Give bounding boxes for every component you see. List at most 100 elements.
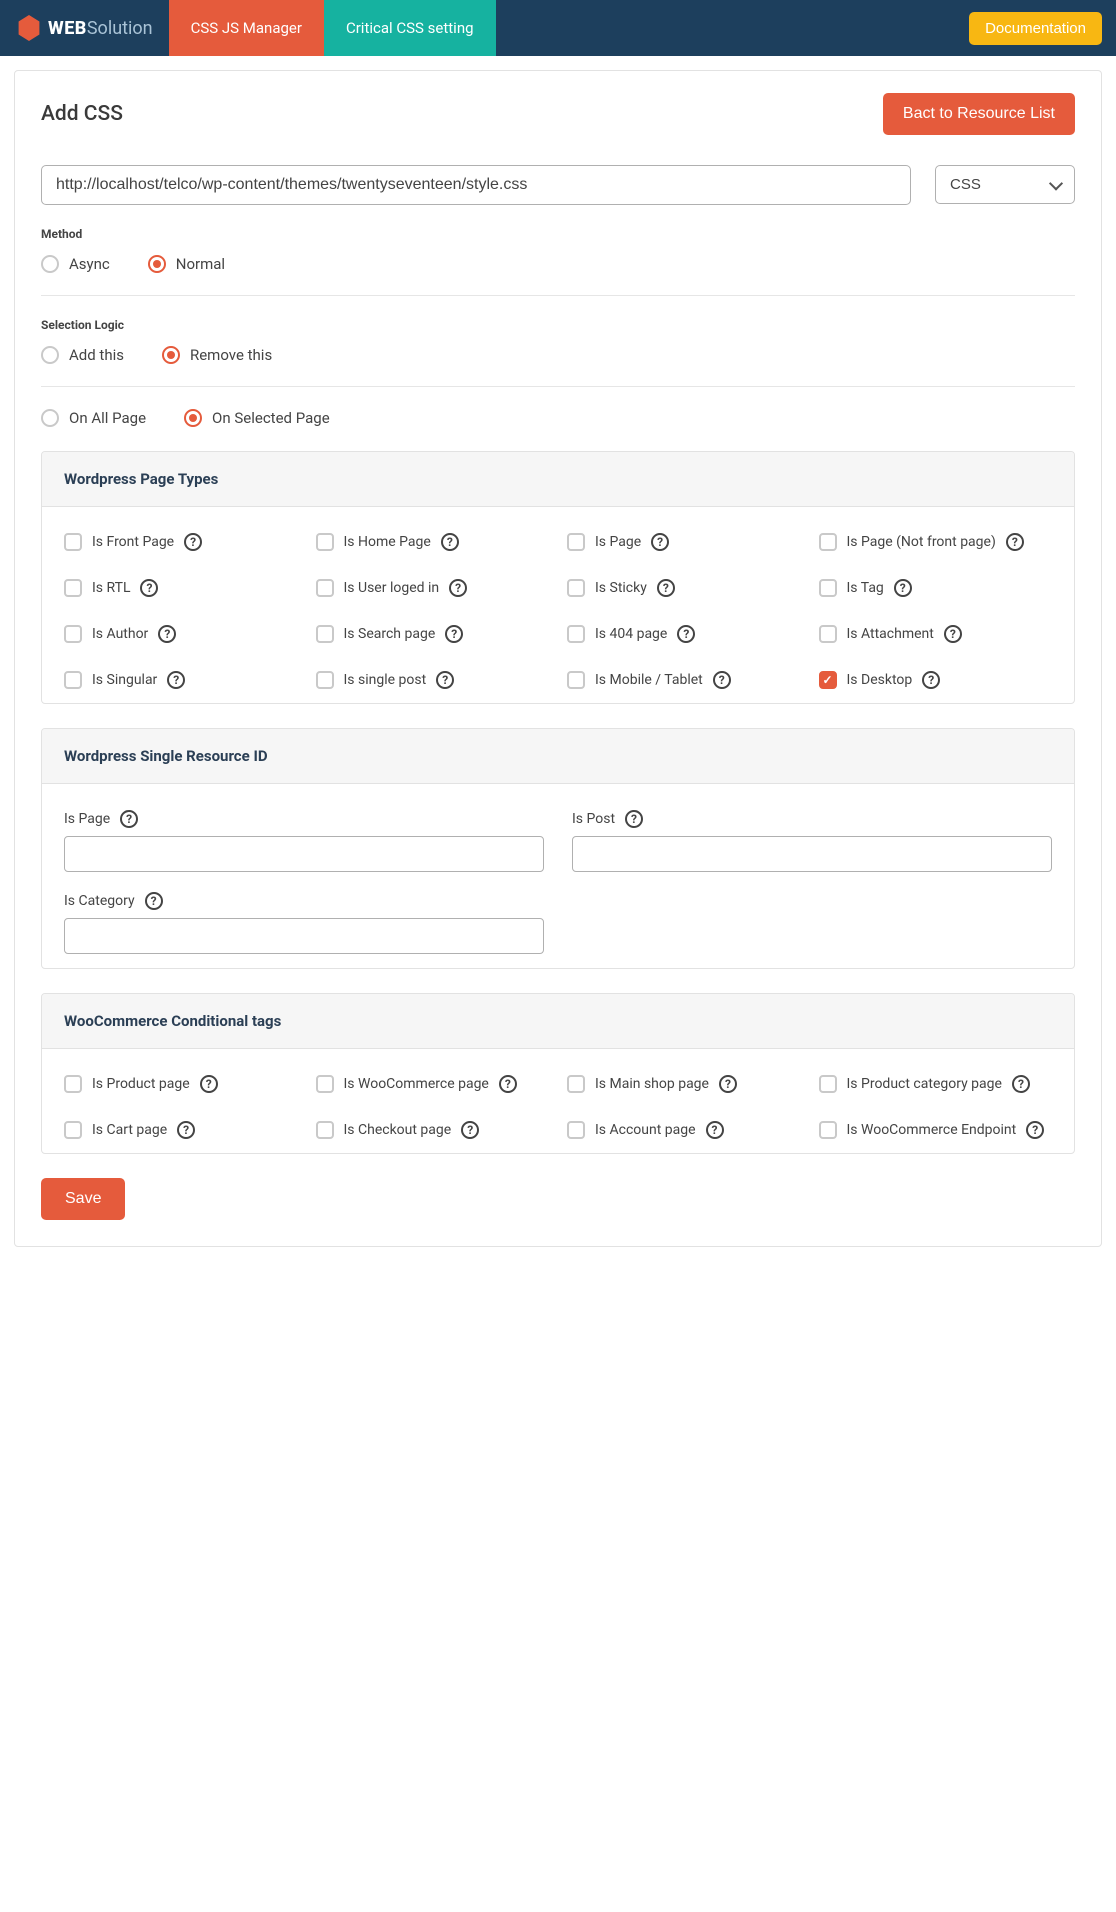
radio-normal[interactable]: Normal — [148, 255, 225, 273]
checkbox[interactable] — [819, 671, 837, 689]
help-icon[interactable]: ? — [1006, 533, 1024, 551]
help-icon[interactable]: ? — [657, 579, 675, 597]
help-icon[interactable]: ? — [922, 671, 940, 689]
radio-add-this[interactable]: Add this — [41, 346, 124, 364]
checkbox[interactable] — [64, 625, 82, 643]
checkbox[interactable] — [567, 1075, 585, 1093]
check-item: Is Main shop page? — [567, 1075, 801, 1093]
checkbox-label: Is Author — [92, 626, 148, 642]
checkbox[interactable] — [567, 533, 585, 551]
resource-url-input[interactable] — [41, 165, 911, 205]
radio-on-selected-page[interactable]: On Selected Page — [184, 409, 330, 427]
checkbox[interactable] — [819, 625, 837, 643]
radio-label: Remove this — [190, 346, 272, 364]
resource-field: Is Page? — [64, 810, 544, 872]
help-icon[interactable]: ? — [944, 625, 962, 643]
checkbox[interactable] — [567, 579, 585, 597]
check-item: Is 404 page? — [567, 625, 801, 643]
checkbox-label: Is Product page — [92, 1076, 190, 1092]
checkbox[interactable] — [64, 671, 82, 689]
help-icon[interactable]: ? — [713, 671, 731, 689]
help-icon[interactable]: ? — [120, 810, 138, 828]
help-icon[interactable]: ? — [706, 1121, 724, 1139]
checkbox[interactable] — [316, 579, 334, 597]
checkbox[interactable] — [567, 1121, 585, 1139]
checkbox[interactable] — [316, 625, 334, 643]
checkbox[interactable] — [316, 1121, 334, 1139]
help-icon[interactable]: ? — [651, 533, 669, 551]
help-icon[interactable]: ? — [158, 625, 176, 643]
tab-css-js-manager[interactable]: CSS JS Manager — [169, 0, 324, 56]
checkbox-label: Is Home Page — [344, 534, 431, 550]
checkbox[interactable] — [64, 1121, 82, 1139]
check-item: Is WooCommerce Endpoint? — [819, 1121, 1053, 1139]
check-item: Is Product category page? — [819, 1075, 1053, 1093]
help-icon[interactable]: ? — [894, 579, 912, 597]
check-item: Is WooCommerce page? — [316, 1075, 550, 1093]
tab-critical-css[interactable]: Critical CSS setting — [324, 0, 496, 56]
help-icon[interactable]: ? — [436, 671, 454, 689]
help-icon[interactable]: ? — [167, 671, 185, 689]
resource-type-select[interactable]: CSS — [935, 165, 1075, 204]
resource-id-input[interactable] — [64, 836, 544, 872]
checkbox[interactable] — [64, 533, 82, 551]
panel-resource-id: Wordpress Single Resource ID Is Page?Is … — [41, 728, 1075, 969]
help-icon[interactable]: ? — [449, 579, 467, 597]
resource-id-input[interactable] — [572, 836, 1052, 872]
save-button[interactable]: Save — [41, 1178, 125, 1220]
checkbox-label: Is Singular — [92, 672, 157, 688]
help-icon[interactable]: ? — [677, 625, 695, 643]
logo-icon — [16, 15, 42, 41]
radio-icon — [41, 255, 59, 273]
checkbox[interactable] — [567, 671, 585, 689]
radio-async[interactable]: Async — [41, 255, 110, 273]
checkbox[interactable] — [819, 533, 837, 551]
checkbox[interactable] — [64, 579, 82, 597]
checkbox[interactable] — [316, 1075, 334, 1093]
help-icon[interactable]: ? — [441, 533, 459, 551]
help-icon[interactable]: ? — [145, 892, 163, 910]
selection-logic-label: Selection Logic — [41, 318, 1075, 332]
radio-icon — [41, 346, 59, 364]
help-icon[interactable]: ? — [1012, 1075, 1030, 1093]
radio-icon — [184, 409, 202, 427]
checkbox-label: Is Page (Not front page) — [847, 534, 996, 550]
field-label: Is Category — [64, 893, 135, 909]
radio-on-all-page[interactable]: On All Page — [41, 409, 146, 427]
help-icon[interactable]: ? — [200, 1075, 218, 1093]
radio-icon — [41, 409, 59, 427]
checkbox[interactable] — [316, 533, 334, 551]
radio-label: Async — [69, 255, 110, 273]
help-icon[interactable]: ? — [177, 1121, 195, 1139]
checkbox-label: Is Checkout page — [344, 1122, 452, 1138]
checkbox-label: Is Cart page — [92, 1122, 167, 1138]
checkbox-label: Is Desktop — [847, 672, 913, 688]
documentation-button[interactable]: Documentation — [969, 12, 1102, 45]
radio-icon — [162, 346, 180, 364]
checkbox-label: Is WooCommerce page — [344, 1076, 489, 1092]
help-icon[interactable]: ? — [184, 533, 202, 551]
radio-remove-this[interactable]: Remove this — [162, 346, 272, 364]
resource-id-input[interactable] — [64, 918, 544, 954]
checkbox[interactable] — [567, 625, 585, 643]
help-icon[interactable]: ? — [625, 810, 643, 828]
checkbox[interactable] — [819, 1121, 837, 1139]
help-icon[interactable]: ? — [445, 625, 463, 643]
checkbox[interactable] — [819, 579, 837, 597]
check-item: Is Product page? — [64, 1075, 298, 1093]
brand-logo: WEBSolution — [0, 0, 169, 56]
radio-label: Add this — [69, 346, 124, 364]
checkbox[interactable] — [64, 1075, 82, 1093]
field-label: Is Post — [572, 811, 615, 827]
back-to-resource-list-button[interactable]: Bact to Resource List — [883, 93, 1075, 135]
check-item: Is single post? — [316, 671, 550, 689]
checkbox-label: Is Page — [595, 534, 641, 550]
help-icon[interactable]: ? — [1026, 1121, 1044, 1139]
help-icon[interactable]: ? — [140, 579, 158, 597]
help-icon[interactable]: ? — [499, 1075, 517, 1093]
checkbox[interactable] — [819, 1075, 837, 1093]
help-icon[interactable]: ? — [461, 1121, 479, 1139]
help-icon[interactable]: ? — [719, 1075, 737, 1093]
check-item: Is Home Page? — [316, 533, 550, 551]
checkbox[interactable] — [316, 671, 334, 689]
